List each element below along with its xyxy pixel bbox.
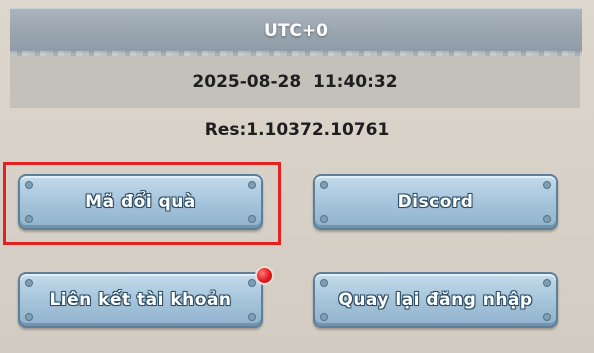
notification-dot [255, 266, 274, 285]
datetime-bar: 2025-08-28 11:40:32 [10, 56, 580, 108]
rivet [248, 279, 256, 287]
discord-button[interactable]: Discord [313, 174, 558, 230]
link-account-label: Liên kết tài khoản [49, 290, 232, 310]
rivet [25, 181, 33, 189]
rivet [543, 215, 551, 223]
gift-code-label: Mã đổi quà [85, 192, 196, 212]
timezone-header: UTC+0 [10, 8, 582, 57]
rivet [543, 279, 551, 287]
rivet [25, 313, 33, 321]
back-to-login-label: Quay lại đăng nhập [338, 290, 533, 310]
rivet [543, 181, 551, 189]
rivet [25, 215, 33, 223]
rivet [320, 181, 328, 189]
rivet [248, 215, 256, 223]
resolution-label: Res:1.10372.10761 [204, 120, 390, 140]
link-account-button[interactable]: Liên kết tài khoản [18, 272, 263, 328]
rivet [320, 279, 328, 287]
rivet [248, 313, 256, 321]
rivet [320, 313, 328, 321]
datetime-value: 2025-08-28 11:40:32 [192, 72, 398, 92]
back-to-login-button[interactable]: Quay lại đăng nhập [313, 272, 558, 328]
rivet [25, 279, 33, 287]
discord-label: Discord [397, 192, 474, 212]
settings-panel: UTC+0 2025-08-28 11:40:32 Res:1.10372.10… [0, 0, 594, 353]
rivet [543, 313, 551, 321]
rivet [248, 181, 256, 189]
timezone-label: UTC+0 [264, 21, 328, 41]
rivet [320, 215, 328, 223]
gift-code-button[interactable]: Mã đổi quà [18, 174, 263, 230]
